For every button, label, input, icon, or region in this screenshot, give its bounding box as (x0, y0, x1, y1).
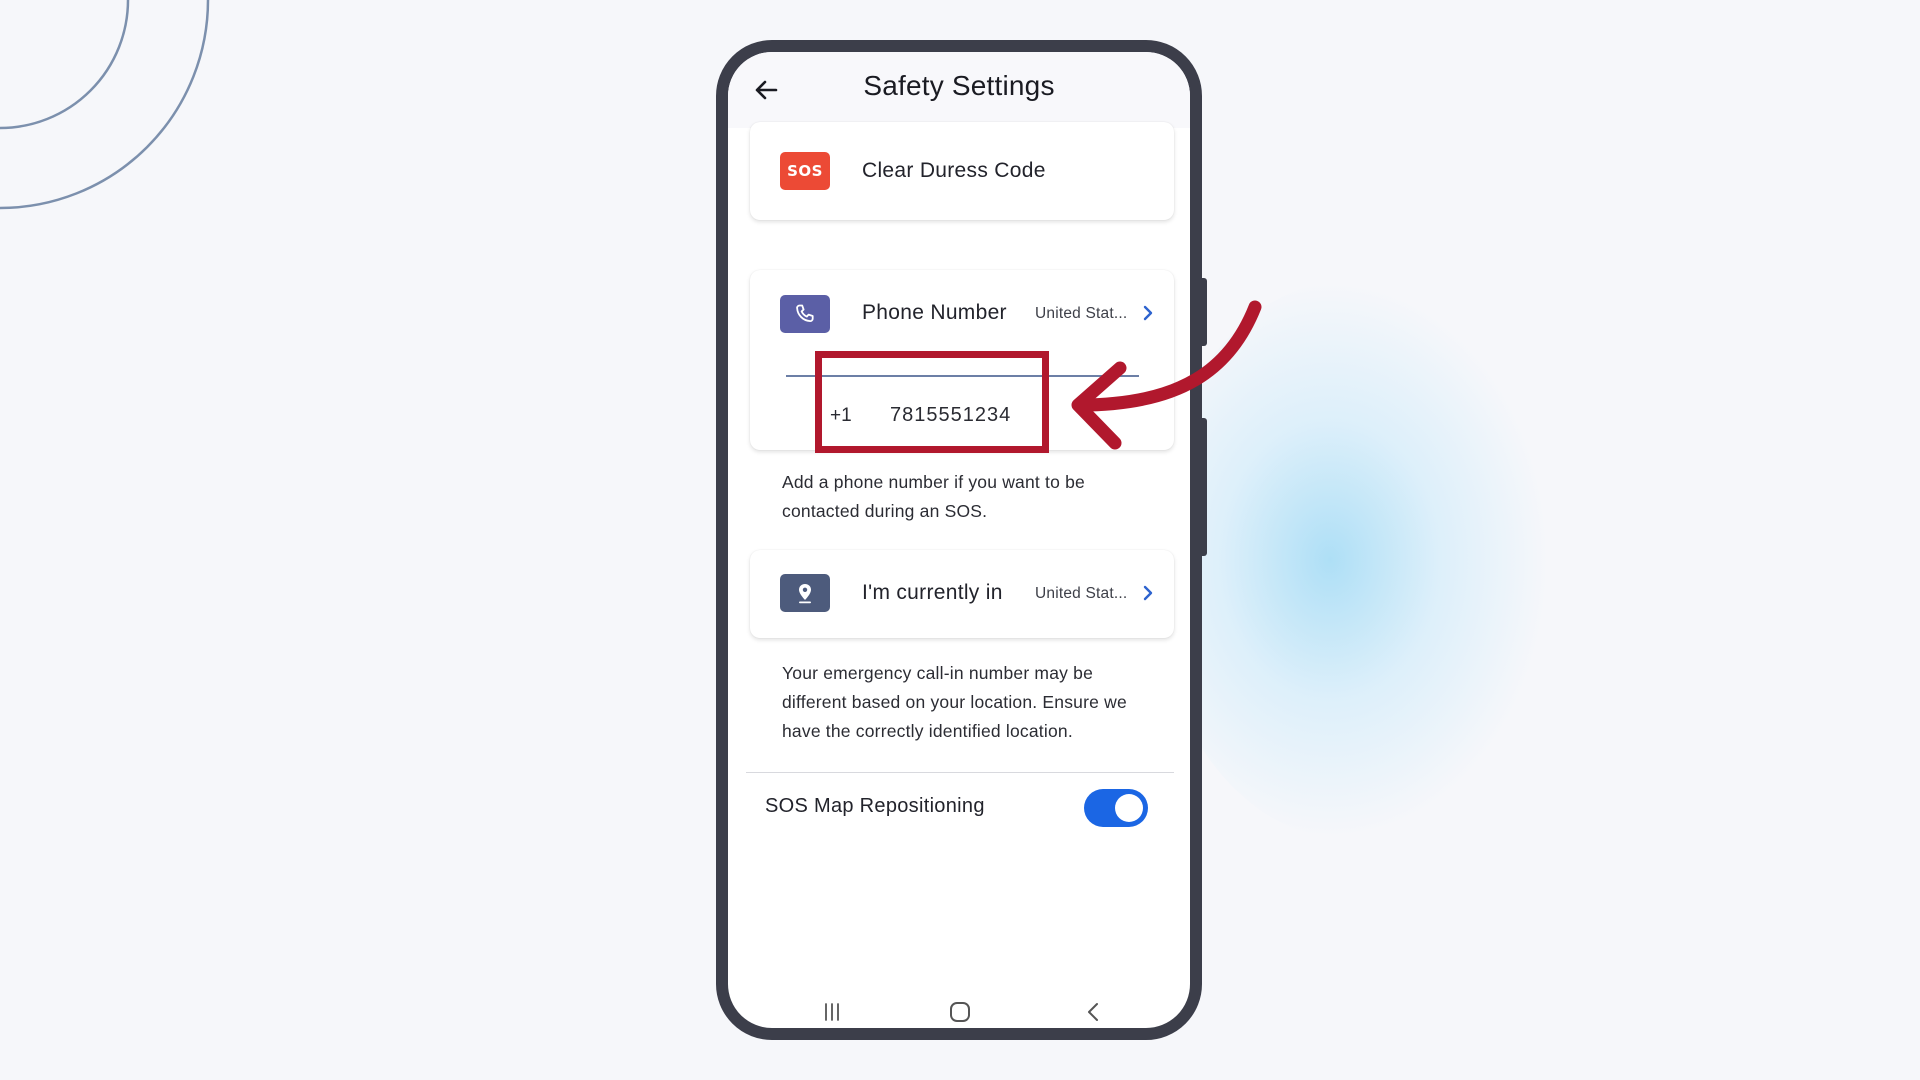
phone-helper-text: Add a phone number if you want to be con… (782, 472, 1085, 521)
sos-badge-label: SOS (787, 162, 823, 180)
sos-map-toggle[interactable] (1084, 789, 1148, 827)
recent-apps-icon[interactable] (819, 1000, 845, 1024)
phone-icon (780, 295, 830, 333)
callout-arrow-icon (1071, 300, 1262, 450)
location-helper-text: Your emergency call-in number may be dif… (782, 663, 1127, 741)
phone-number-label: Phone Number (862, 301, 1007, 324)
map-pin-icon (780, 574, 830, 612)
phone-frame: Safety Settings SOS Clear Duress Code Ph… (716, 40, 1202, 1040)
duress-code-card[interactable]: SOS Clear Duress Code (750, 122, 1174, 220)
duress-code-label: Clear Duress Code (862, 159, 1046, 182)
home-icon[interactable] (947, 1000, 973, 1024)
app-header: Safety Settings (728, 52, 1190, 128)
location-label: I'm currently in (862, 581, 1003, 604)
android-nav-bar (728, 992, 1190, 1028)
sos-map-label: SOS Map Repositioning (765, 795, 985, 817)
decorative-circles (0, 0, 210, 210)
chevron-right-icon[interactable] (1140, 583, 1156, 603)
page-title: Safety Settings (863, 70, 1055, 101)
nav-back-icon[interactable] (1081, 1000, 1107, 1024)
sos-icon: SOS (780, 152, 830, 190)
location-country-value[interactable]: United Stat... (1035, 585, 1127, 603)
section-divider (746, 772, 1174, 773)
toggle-knob (1115, 794, 1143, 822)
location-card[interactable]: I'm currently in United Stat... (750, 550, 1174, 638)
callout-highlight-box (815, 351, 1049, 453)
